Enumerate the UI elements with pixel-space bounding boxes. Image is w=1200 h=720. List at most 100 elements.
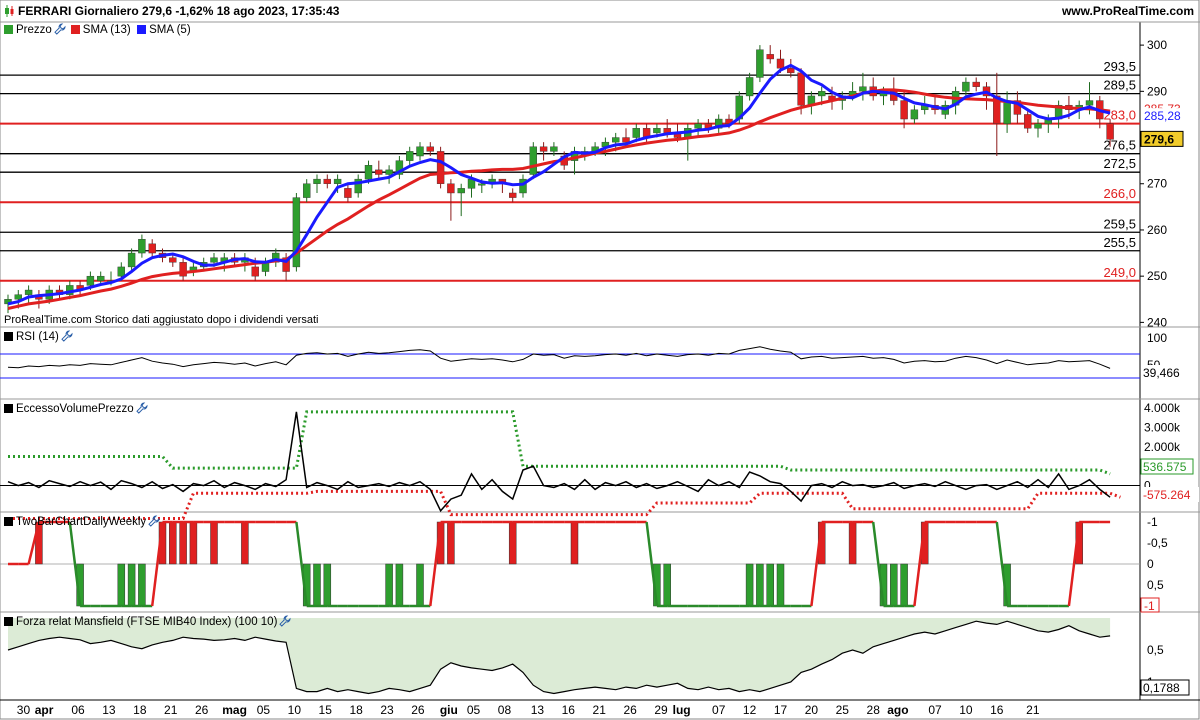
candle-body <box>447 183 455 194</box>
tbc-bar <box>241 521 249 565</box>
candle <box>24 285 33 304</box>
candle <box>869 77 877 101</box>
candle <box>179 257 187 281</box>
wrench-icon[interactable] <box>148 515 160 527</box>
price-tick-label: 260 <box>1147 223 1167 237</box>
candle-body <box>138 238 146 254</box>
tbc-swatch-icon <box>4 517 13 526</box>
candle <box>715 114 723 133</box>
candle-body <box>344 188 352 198</box>
candle-body <box>1023 114 1032 129</box>
x-tick-label: 20 <box>805 703 819 717</box>
candle-body <box>509 192 517 198</box>
x-tick-label: lug <box>673 703 691 717</box>
x-tick-label: mag <box>222 703 247 717</box>
evp-swatch-icon <box>4 404 13 413</box>
tbc-bar <box>395 563 404 607</box>
level-label: 276,5 <box>1103 138 1136 153</box>
x-tick-label: 17 <box>774 703 788 717</box>
wrench-icon[interactable] <box>54 23 66 35</box>
tbc-bar <box>127 563 136 607</box>
candle <box>313 174 321 193</box>
x-tick-label: 10 <box>288 703 302 717</box>
candle-body <box>385 169 393 175</box>
candle-body <box>818 91 826 97</box>
price-tag: 285,28 <box>1144 109 1181 123</box>
candle <box>1013 91 1022 124</box>
rsi-tick-label: 100 <box>1147 331 1167 345</box>
wrench-icon[interactable] <box>279 615 291 627</box>
candle-body <box>1034 123 1042 129</box>
x-tick-label: ago <box>887 703 908 717</box>
brand-link[interactable]: www.ProRealTime.com <box>1062 4 1194 18</box>
mansfield-area <box>8 618 1111 694</box>
x-tick-label: 12 <box>743 703 757 717</box>
candle <box>951 86 960 115</box>
candle-body <box>457 188 465 194</box>
x-tick-label: 26 <box>195 703 209 717</box>
candle-body <box>776 58 785 69</box>
candle <box>189 262 198 277</box>
sma13-swatch-icon <box>70 25 80 34</box>
candle-body <box>478 183 486 186</box>
evp-upper-tag: 536.575 <box>1143 460 1187 474</box>
tbc-bar <box>210 521 218 565</box>
candle <box>498 178 507 193</box>
candle <box>1034 119 1042 138</box>
candle-body <box>632 128 640 138</box>
x-tick-label: 07 <box>928 703 942 717</box>
evp-lower-band <box>8 489 1121 520</box>
wrench-icon[interactable] <box>61 330 73 342</box>
candle <box>972 77 980 92</box>
candle-body <box>900 100 908 120</box>
x-tick-label: 05 <box>467 703 481 717</box>
evp-legend: EccessoVolumePrezzo <box>4 402 153 416</box>
tbc-bar <box>138 563 146 607</box>
candle <box>859 72 867 101</box>
mansfield-legend-label: Forza relat Mansfield (FTSE MIB40 Index)… <box>16 616 278 628</box>
candle <box>539 142 548 161</box>
candle <box>1023 109 1032 133</box>
x-tick-label: 23 <box>380 703 394 717</box>
mansfield-swatch-icon <box>4 617 13 626</box>
evp-legend-label: EccessoVolumePrezzo <box>16 403 134 415</box>
candle <box>982 82 991 110</box>
x-tick-label: 07 <box>712 703 726 717</box>
x-tick-label: 16 <box>562 703 576 717</box>
x-tick-label: 25 <box>836 703 850 717</box>
x-tick-label: 10 <box>959 703 973 717</box>
evp-lower-tag: -575.264 <box>1143 488 1191 502</box>
mansfield-value-tag: 0,1788 <box>1143 681 1180 695</box>
candle-body <box>313 178 321 184</box>
tbc-bar <box>570 521 579 565</box>
candle <box>509 188 517 203</box>
candle <box>766 45 774 64</box>
x-tick-label: 15 <box>319 703 333 717</box>
x-tick-label: 18 <box>133 703 147 717</box>
candle-body <box>756 49 764 78</box>
candle <box>745 72 754 101</box>
evp-tick-label: 3.000k <box>1144 420 1181 434</box>
x-tick-label: 06 <box>71 703 85 717</box>
tbc-tick-label: 0 <box>1147 557 1154 571</box>
candle-body <box>910 109 919 120</box>
price-swatch-icon <box>4 25 13 34</box>
tbc-tick-label: -1 <box>1147 515 1158 529</box>
x-tick-label: 26 <box>411 703 425 717</box>
wrench-icon[interactable] <box>135 402 148 414</box>
tbc-bar <box>766 563 774 607</box>
level-label: 289,5 <box>1103 78 1136 93</box>
candle-body <box>333 178 342 184</box>
rsi-value-tag: 39,466 <box>1143 366 1180 380</box>
tbc-bar <box>117 563 126 607</box>
candle-body <box>436 151 445 184</box>
tbc-tick-label: -0,5 <box>1147 536 1168 550</box>
candle-body <box>323 178 331 184</box>
price-tag: 279,6 <box>1144 132 1174 146</box>
rsi-legend-label: RSI (14) <box>16 331 59 343</box>
candle-body <box>550 146 558 152</box>
tbc-legend: TwoBarChartDailyWeekly <box>4 515 165 529</box>
chart-title: FERRARI Giornaliero 279,6 -1,62% 18 ago … <box>18 4 340 18</box>
candlestick-icon <box>5 5 14 17</box>
trading-chart[interactable]: 240250260270280290300293,5289,5283,0276,… <box>0 0 1200 720</box>
